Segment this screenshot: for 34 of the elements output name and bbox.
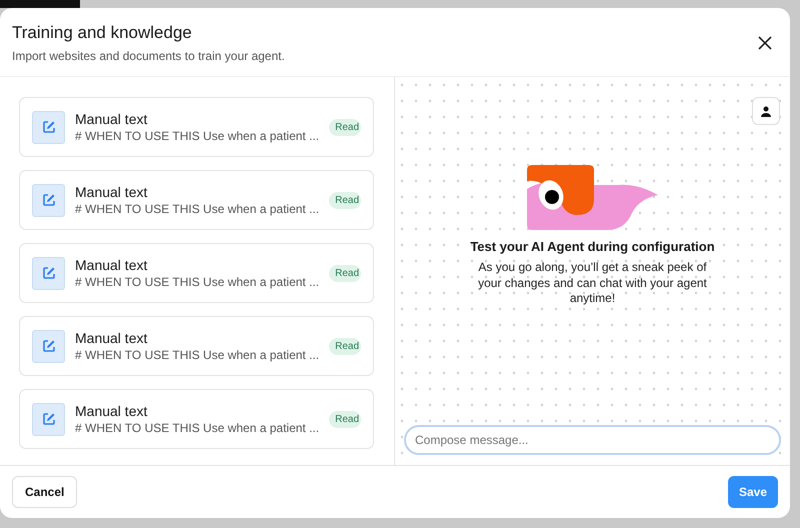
source-card[interactable]: Manual text # WHEN TO USE THIS Use when a patient ... Read	[19, 97, 374, 157]
edit-icon	[32, 402, 65, 436]
status-badge: Read	[329, 338, 361, 354]
edit-icon	[32, 256, 65, 290]
source-snippet: # WHEN TO USE THIS Use when a patient ...	[75, 348, 320, 362]
preview-heading: Test your AI Agent during configuration	[470, 239, 715, 254]
source-card[interactable]: Manual text # WHEN TO USE THIS Use when a patient ... Read	[19, 389, 374, 449]
status-badge: Read	[329, 192, 361, 208]
source-snippet: # WHEN TO USE THIS Use when a patient ...	[75, 202, 320, 216]
dialog-title: Training and knowledge	[12, 23, 193, 43]
dialog-subtitle: Import websites and documents to train your agent.	[12, 49, 285, 63]
source-snippet: # WHEN TO USE THIS Use when a patient ...	[75, 275, 320, 289]
source-snippet: # WHEN TO USE THIS Use when a patient ...	[75, 421, 320, 435]
source-title: Manual text	[75, 330, 148, 346]
source-title: Manual text	[75, 111, 148, 127]
source-title: Manual text	[75, 184, 148, 200]
close-icon	[758, 36, 772, 50]
edit-icon	[32, 110, 65, 144]
preview-description: As you go along, you’ll get a sneak peek of your changes and can chat with your agent anytime!	[477, 260, 708, 307]
status-badge: Read	[329, 118, 361, 136]
source-card[interactable]: Manual text # WHEN TO USE THIS Use when a patient ... Read	[19, 316, 374, 376]
source-card[interactable]: Manual text # WHEN TO USE THIS Use when a patient ... Read	[19, 243, 374, 303]
message-input[interactable]: Compose message...	[404, 425, 781, 455]
status-badge: Read	[329, 264, 361, 282]
source-title: Manual text	[75, 403, 148, 419]
cancel-button[interactable]: Cancel	[12, 476, 78, 508]
source-snippet: # WHEN TO USE THIS Use when a patient ...	[75, 129, 320, 143]
edit-icon	[32, 184, 65, 216]
person-button[interactable]	[752, 97, 780, 125]
source-title: Manual text	[75, 257, 148, 273]
source-card[interactable]: Manual text # WHEN TO USE THIS Use when a patient ... Read	[19, 170, 374, 230]
status-badge: Read	[329, 410, 361, 428]
person-icon	[761, 106, 771, 116]
edit-icon	[32, 330, 65, 362]
